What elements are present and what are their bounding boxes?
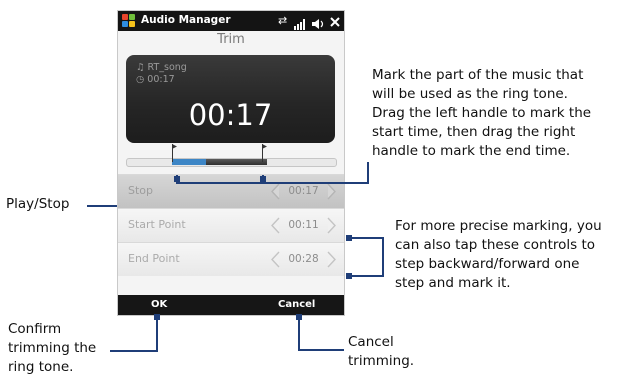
- page-title: Trim: [217, 32, 245, 47]
- signal-icon[interactable]: [294, 15, 308, 30]
- callout-line: [87, 205, 117, 207]
- callout-line: [177, 182, 369, 184]
- confirm-callout: Confirm trimming the ring tone.: [8, 321, 97, 375]
- time-display: ♫ RT_song ◷ 00:17 00:17: [126, 55, 335, 143]
- callout-line: [350, 275, 384, 277]
- current-time: 00:17: [188, 98, 273, 132]
- title-bar: Audio Manager ⇄: [118, 11, 344, 31]
- end-point-row: End Point 00:28: [118, 242, 344, 276]
- start-point-row: Start Point 00:11: [118, 208, 344, 242]
- start-point-stepper: 00:11: [271, 217, 336, 234]
- callout-line: [110, 350, 158, 352]
- end-handle[interactable]: [262, 144, 268, 162]
- start-point-value: 00:11: [288, 219, 319, 231]
- callout-marker: [260, 176, 266, 182]
- callout-marker: [174, 176, 180, 182]
- step-forward-icon[interactable]: [326, 217, 336, 234]
- app-title: Audio Manager: [141, 14, 231, 26]
- end-point-stepper: 00:28: [271, 251, 336, 268]
- step-back-icon[interactable]: [271, 251, 281, 268]
- callout-line: [156, 317, 158, 352]
- callout-line: [350, 237, 384, 239]
- start-handle[interactable]: [172, 144, 178, 162]
- step-back-icon[interactable]: [271, 217, 281, 234]
- end-point-label: End Point: [128, 252, 180, 265]
- callout-line: [367, 162, 369, 184]
- song-duration: ◷ 00:17: [136, 74, 175, 85]
- cancel-softkey[interactable]: Cancel: [278, 299, 315, 310]
- softkey-bar: OK Cancel: [118, 295, 344, 315]
- cancel-callout: Cancel trimming.: [348, 334, 415, 369]
- stop-value: 00:17: [288, 185, 319, 197]
- end-point-value: 00:28: [288, 253, 319, 265]
- windows-logo-icon[interactable]: [122, 14, 136, 28]
- step-back-icon[interactable]: [271, 183, 281, 200]
- play-stop-callout: Play/Stop: [6, 196, 70, 212]
- song-name: ♫ RT_song: [136, 62, 187, 73]
- mark-part-callout: Mark the part of the music that will be …: [372, 67, 592, 159]
- callout-line: [298, 349, 344, 351]
- phone-screen: Audio Manager ⇄ Trim ♫ RT_song ◷ 00:17 0…: [117, 10, 345, 316]
- start-point-label: Start Point: [128, 218, 186, 231]
- step-forward-icon[interactable]: [326, 251, 336, 268]
- stop-stepper: 00:17: [271, 183, 336, 200]
- step-forward-icon[interactable]: [326, 183, 336, 200]
- callout-line: [382, 237, 384, 277]
- stop-label[interactable]: Stop: [128, 184, 153, 197]
- connectivity-icon[interactable]: ⇄: [278, 13, 287, 29]
- ok-softkey[interactable]: OK: [151, 299, 167, 310]
- volume-icon[interactable]: [311, 15, 325, 29]
- callout-line: [298, 317, 300, 351]
- close-icon[interactable]: [329, 14, 341, 28]
- stop-row[interactable]: Stop 00:17: [118, 174, 344, 208]
- precise-marking-callout: For more precise marking, you can also t…: [395, 218, 602, 291]
